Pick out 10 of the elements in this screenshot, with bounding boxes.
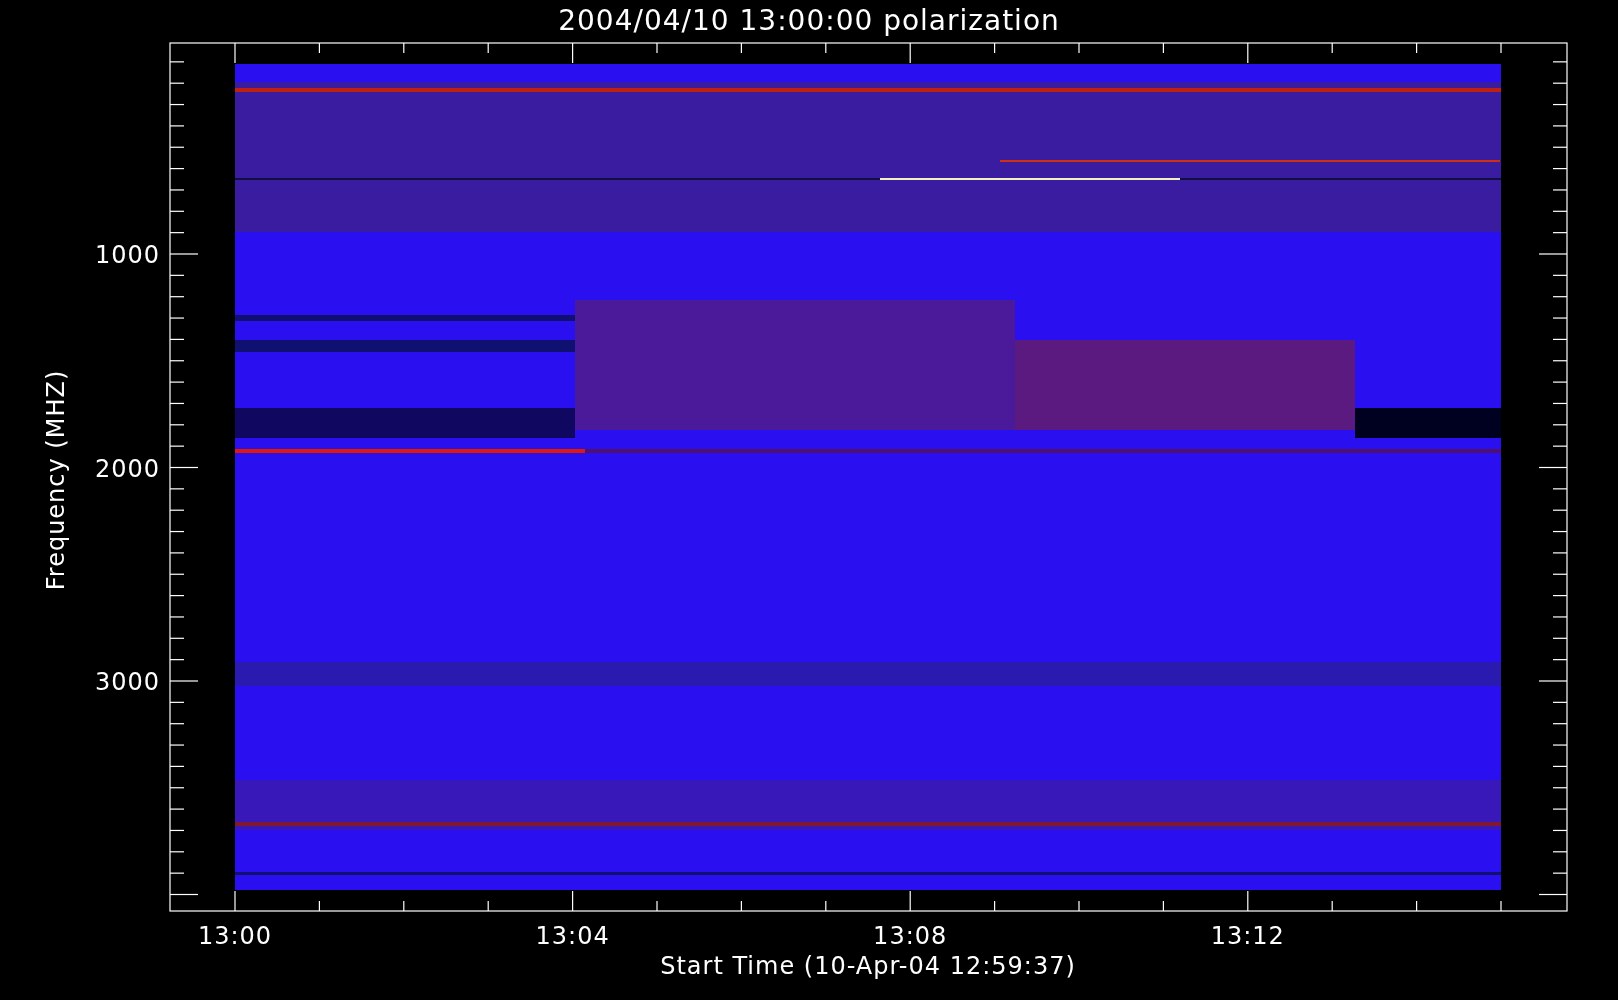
y-tick-label: 1000 [94, 241, 160, 269]
x-tick-label: 13:00 [197, 922, 273, 950]
x-tick-label: 13:12 [1210, 922, 1285, 950]
x-tick-label: 13:08 [873, 922, 948, 950]
chart-title: 2004/04/10 13:00:00 polarization [558, 4, 1060, 37]
y-tick-label: 2000 [94, 454, 160, 483]
x-tick-label: 13:04 [535, 922, 610, 950]
x-axis-title: Start Time (10-Apr-04 12:59:37) [660, 952, 1076, 980]
y-tick-label: 3000 [94, 668, 160, 696]
y-axis-title: Frequency (MHZ) [42, 369, 70, 591]
